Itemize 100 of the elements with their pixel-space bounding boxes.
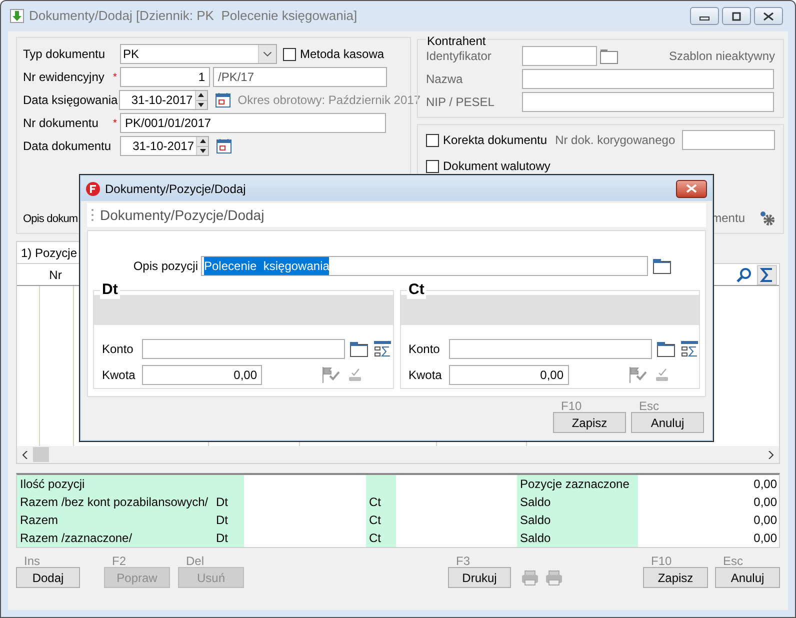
section-title: Ct xyxy=(406,281,426,299)
check-tool-icon[interactable] xyxy=(654,368,668,382)
label: NIP / PESEL xyxy=(426,94,496,111)
scroll-left-icon[interactable] xyxy=(22,450,28,458)
settings-icon[interactable] xyxy=(759,210,775,226)
chevron-down-icon[interactable] xyxy=(258,45,276,63)
table-cell: Dt xyxy=(213,511,244,529)
button[interactable]: Anuluj xyxy=(631,412,704,433)
required-mark: * xyxy=(113,70,117,84)
checkbox[interactable] xyxy=(426,134,439,146)
description-field[interactable]: Polecenie księgowania xyxy=(201,256,648,276)
grip-icon[interactable] xyxy=(91,208,94,222)
label: Nr dokumentu xyxy=(23,115,100,132)
folder-icon[interactable] xyxy=(656,342,674,356)
label: Kwota xyxy=(408,367,443,384)
tax-id-field[interactable] xyxy=(522,92,774,112)
shortcut-label: F10 xyxy=(650,554,673,568)
scroll-right-icon[interactable] xyxy=(768,450,774,458)
shortcut-label: Esc xyxy=(638,399,660,413)
sum-icon[interactable] xyxy=(757,264,777,284)
account-tree-icon[interactable] xyxy=(374,341,391,357)
flag-check-icon[interactable] xyxy=(628,366,648,384)
shortcut-label: F10 xyxy=(560,399,583,413)
folder-icon[interactable] xyxy=(653,258,671,274)
table-cell: Saldo xyxy=(517,493,638,511)
search-icon[interactable] xyxy=(736,266,752,282)
spin-down-icon[interactable] xyxy=(198,102,204,107)
table-cell: 0,00 xyxy=(638,475,779,493)
close-icon xyxy=(686,184,697,193)
checkbox-label: Korekta dokumentu xyxy=(443,132,548,149)
horizontal-scrollbar[interactable] xyxy=(17,446,779,463)
type-dropdown[interactable]: PK xyxy=(120,44,277,64)
folder-icon[interactable] xyxy=(350,342,368,356)
label: Opis dokum xyxy=(23,212,78,224)
window-title: Dokumenty/Pozycje/Dodaj xyxy=(105,180,247,198)
number-field[interactable]: 1 xyxy=(120,67,210,87)
field-value: Polecenie księgowania xyxy=(204,257,330,275)
checkbox-label: Dokument walutowy xyxy=(443,158,550,175)
table-cell: 0,00 xyxy=(638,529,779,547)
section-title: Dt xyxy=(100,281,120,299)
account-field[interactable] xyxy=(448,339,652,359)
scroll-thumb[interactable] xyxy=(33,447,49,462)
amount-field[interactable]: 0,00 xyxy=(142,365,262,385)
window-title: Dokumenty/Dodaj [Dziennik: PK Polecenie księgowania] xyxy=(29,7,358,26)
amount-field[interactable]: 0,00 xyxy=(448,365,568,385)
minimize-button[interactable] xyxy=(690,7,719,25)
checkbox-label: Metoda kasowa xyxy=(300,46,384,63)
period-note: Okres obrotowy: Październik 2017 xyxy=(238,92,420,109)
shortcut-label: F3 xyxy=(455,554,472,568)
folder-icon[interactable] xyxy=(600,48,618,64)
maximize-icon xyxy=(731,12,742,20)
checkbox[interactable] xyxy=(283,48,296,60)
shortcut-label: Ins xyxy=(23,554,42,568)
required-mark: * xyxy=(113,116,117,130)
table-cell: Dt xyxy=(213,493,244,511)
account-field[interactable] xyxy=(142,339,345,359)
shortcut-label: Del xyxy=(185,554,206,568)
corrected-number-field[interactable] xyxy=(682,130,775,150)
checkbox[interactable] xyxy=(426,160,439,172)
table-cell: Ct xyxy=(366,511,396,529)
name-field[interactable] xyxy=(522,69,774,89)
shortcut-label: F2 xyxy=(111,554,128,568)
button[interactable]: Zapisz xyxy=(643,567,708,588)
label: Nr dok. korygowanego xyxy=(555,132,676,149)
table-cell: Pozycje zaznaczone xyxy=(517,475,638,493)
label: Konto xyxy=(408,341,441,358)
spin-down-icon[interactable] xyxy=(200,148,206,153)
table-cell: Dt xyxy=(213,529,244,547)
table-cell: Ilość pozycji xyxy=(17,475,213,493)
label: Typ dokumentu xyxy=(23,46,106,63)
date-field[interactable]: 31-10-2017 xyxy=(118,90,208,110)
check-tool-icon[interactable] xyxy=(348,368,362,382)
button[interactable]: Zapisz xyxy=(553,412,626,433)
button[interactable]: Anuluj xyxy=(715,567,780,588)
date-field[interactable]: 31-10-2017 xyxy=(120,136,209,156)
template-status: Szablon nieaktywny xyxy=(668,48,775,65)
close-button[interactable] xyxy=(676,180,707,198)
app-icon xyxy=(10,9,24,23)
table-cell: Razem xyxy=(17,511,213,529)
label: Data księgowania xyxy=(23,92,118,109)
spin-up-icon[interactable] xyxy=(198,93,204,98)
table-cell: Ct xyxy=(366,529,396,547)
calendar-icon[interactable] xyxy=(214,92,231,108)
button[interactable]: Drukuj xyxy=(448,567,511,588)
identifier-field[interactable] xyxy=(522,46,597,66)
button[interactable]: Dodaj xyxy=(16,567,80,588)
label: Identyfikator xyxy=(426,48,492,65)
dialog-heading: Dokumenty/Pozycje/Dodaj xyxy=(100,206,264,225)
document-number-field[interactable]: PK/001/01/2017 xyxy=(120,113,386,133)
table-cell: Razem /bez kont pozabilansowych/ xyxy=(17,493,213,511)
maximize-button[interactable] xyxy=(722,7,751,25)
account-tree-icon[interactable] xyxy=(680,341,698,357)
close-button[interactable] xyxy=(754,7,783,25)
spin-up-icon[interactable] xyxy=(200,139,206,144)
label: Kwota xyxy=(102,367,136,384)
label: Opis pozycji xyxy=(132,258,199,275)
flag-check-icon[interactable] xyxy=(322,366,342,384)
series-field[interactable]: /PK/17 xyxy=(213,67,387,87)
app-icon xyxy=(86,182,100,196)
calendar-icon[interactable] xyxy=(216,138,232,154)
